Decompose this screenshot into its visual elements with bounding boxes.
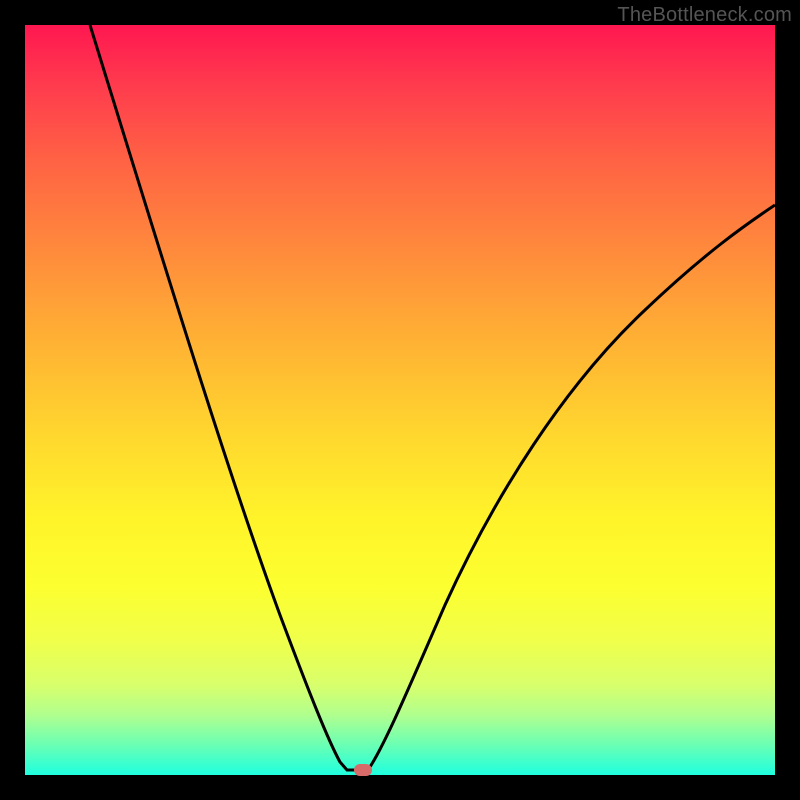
watermark-text: TheBottleneck.com (617, 4, 792, 27)
curve-right-branch (368, 205, 775, 770)
bottleneck-curve (25, 25, 775, 775)
plot-area (25, 25, 775, 775)
curve-left-branch (90, 25, 368, 770)
chart-frame: TheBottleneck.com (0, 0, 800, 800)
minimum-marker (354, 764, 372, 776)
